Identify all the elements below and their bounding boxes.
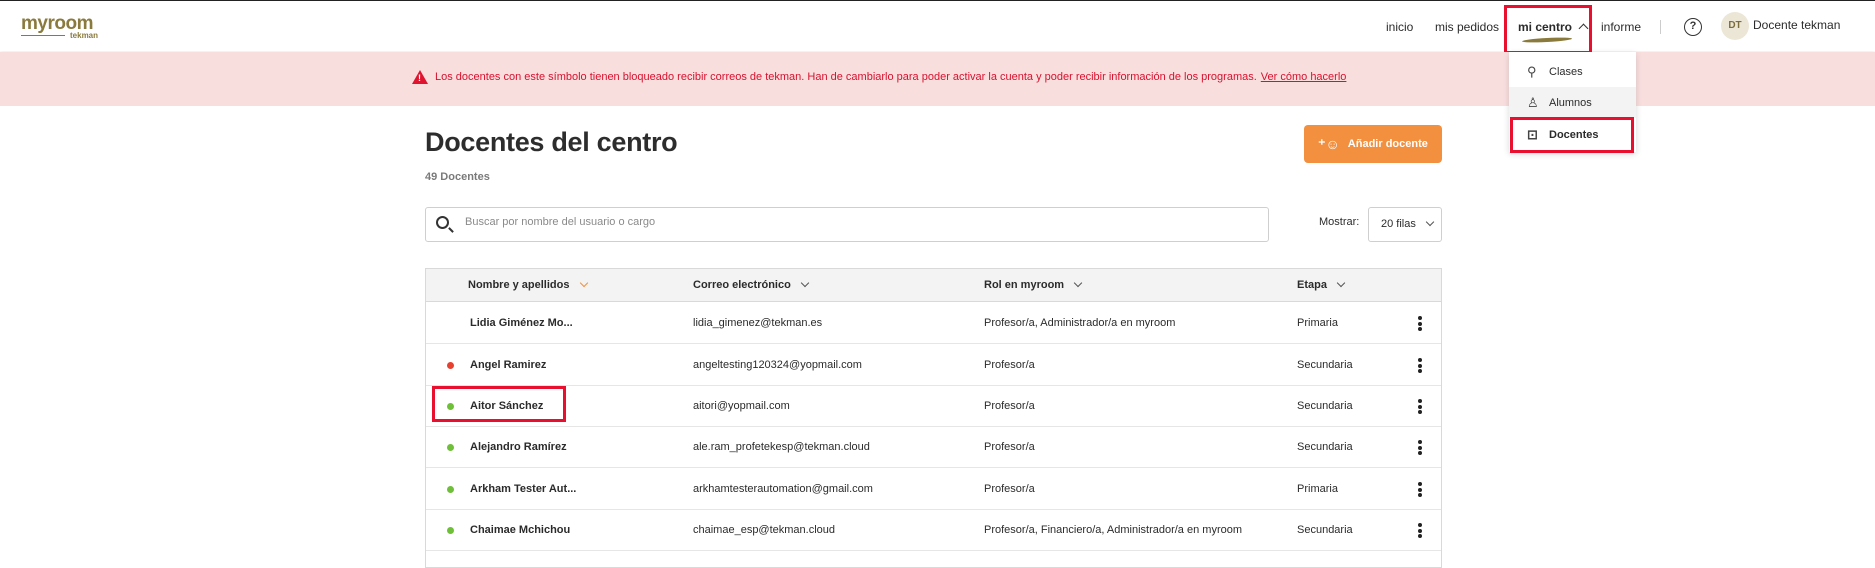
add-teacher-button[interactable]: ⁺☺ Añadir docente bbox=[1304, 125, 1442, 163]
logo-subtext: tekman bbox=[70, 31, 99, 40]
search-box[interactable] bbox=[425, 207, 1269, 242]
column-header-stage[interactable]: Etapa bbox=[1297, 269, 1346, 302]
help-icon[interactable]: ? bbox=[1684, 18, 1702, 36]
classes-icon: ⚲ bbox=[1527, 63, 1537, 79]
banner-link[interactable]: Ver cómo hacerlo bbox=[1261, 71, 1347, 83]
teacher-stage: Primaria bbox=[1297, 483, 1338, 495]
table-row[interactable]: Lidia Giménez Mo... lidia_gimenez@tekman.… bbox=[426, 303, 1441, 344]
status-dot-icon bbox=[447, 444, 454, 451]
teacher-role: Profesor/a bbox=[984, 359, 1035, 371]
add-teacher-label: Añadir docente bbox=[1347, 138, 1428, 150]
teacher-email: aitori@yopmail.com bbox=[693, 400, 790, 412]
more-options-icon[interactable] bbox=[1418, 399, 1422, 414]
highlight-box bbox=[1504, 5, 1592, 54]
teacher-stage: Secundaria bbox=[1297, 400, 1353, 412]
table-row[interactable]: Angel Ramirez angeltesting120324@yopmail.… bbox=[426, 345, 1441, 386]
status-dot-icon bbox=[447, 527, 454, 534]
chevron-down-icon bbox=[800, 278, 810, 288]
table-header: Nombre y apellidos Correo electrónico Ro… bbox=[426, 269, 1441, 302]
teacher-stage: Secundaria bbox=[1297, 524, 1353, 536]
table-row[interactable]: Aitor Sánchez aitori@yopmail.com Profesor/… bbox=[426, 386, 1441, 427]
rows-select[interactable]: 20 filas bbox=[1368, 207, 1442, 242]
teacher-name: Lidia Giménez Mo... bbox=[470, 317, 573, 329]
teacher-email: ale.ram_profetekesp@tekman.cloud bbox=[693, 441, 870, 453]
teacher-name: Chaimae Mchichou bbox=[470, 524, 571, 536]
more-options-icon[interactable] bbox=[1418, 482, 1422, 497]
user-name[interactable]: Docente tekman bbox=[1753, 1, 1840, 52]
warning-icon: ! bbox=[412, 70, 428, 84]
more-options-icon[interactable] bbox=[1418, 440, 1422, 455]
teacher-name: Alejandro Ramírez bbox=[470, 441, 567, 453]
teacher-stage: Primaria bbox=[1297, 317, 1338, 329]
teacher-name: Arkham Tester Aut... bbox=[470, 483, 577, 495]
teacher-email: angeltesting120324@yopmail.com bbox=[693, 359, 862, 371]
nav-informe[interactable]: informe bbox=[1601, 1, 1641, 52]
dropdown-item-label: Alumnos bbox=[1549, 96, 1592, 109]
teacher-stage: Secundaria bbox=[1297, 441, 1353, 453]
table-row[interactable]: Chaimae Mchichou chaimae_esp@tekman.cloud… bbox=[426, 510, 1441, 551]
divider bbox=[1660, 20, 1661, 34]
more-options-icon[interactable] bbox=[1418, 358, 1422, 373]
top-navbar: myroom tekman inicio mis pedidos mi cent… bbox=[0, 0, 1875, 51]
teacher-role: Profesor/a, Administrador/a en myroom bbox=[984, 317, 1176, 329]
column-header-email[interactable]: Correo electrónico bbox=[693, 269, 810, 302]
add-user-icon: ⁺☺ bbox=[1318, 135, 1340, 152]
dropdown-item-alumnos[interactable]: ♙ Alumnos bbox=[1509, 87, 1636, 118]
chevron-down-icon bbox=[1425, 217, 1435, 227]
status-dot-icon bbox=[447, 486, 454, 493]
column-header-name[interactable]: Nombre y apellidos bbox=[468, 269, 588, 302]
teacher-role: Profesor/a bbox=[984, 483, 1035, 495]
rows-label: Mostrar: bbox=[1319, 216, 1360, 228]
dropdown-item-clases[interactable]: ⚲ Clases bbox=[1509, 56, 1636, 87]
nav-mis-pedidos[interactable]: mis pedidos bbox=[1435, 1, 1499, 52]
teacher-email: arkhamtesterautomation@gmail.com bbox=[693, 483, 873, 495]
teacher-count: 49 Docentes bbox=[425, 171, 490, 183]
avatar[interactable]: DT bbox=[1721, 12, 1749, 40]
teacher-email: chaimae_esp@tekman.cloud bbox=[693, 524, 836, 536]
nav-inicio[interactable]: inicio bbox=[1386, 1, 1413, 52]
page-title: Docentes del centro bbox=[425, 127, 678, 157]
banner-message: Los docentes con este símbolo tienen blo… bbox=[435, 71, 1257, 83]
teacher-role: Profesor/a bbox=[984, 400, 1035, 412]
teacher-stage: Secundaria bbox=[1297, 359, 1353, 371]
myroom-logo[interactable]: myroom tekman bbox=[21, 14, 98, 40]
chevron-down-icon bbox=[579, 278, 588, 288]
dropdown-item-label: Clases bbox=[1549, 65, 1583, 78]
teacher-role: Profesor/a bbox=[984, 441, 1035, 453]
chevron-down-icon bbox=[1073, 278, 1083, 288]
highlight-box bbox=[432, 386, 566, 422]
table-row[interactable]: Arkham Tester Aut... arkhamtesterautomati… bbox=[426, 469, 1441, 510]
column-header-role[interactable]: Rol en myroom bbox=[984, 269, 1083, 302]
highlight-box bbox=[1510, 117, 1634, 153]
teacher-email: lidia_gimenez@tekman.es bbox=[693, 317, 823, 329]
teacher-role: Profesor/a, Financiero/a, Administrador/… bbox=[984, 524, 1243, 536]
table-row[interactable]: Alejandro Ramírez ale.ram_profetekesp@tek… bbox=[426, 427, 1441, 468]
search-icon bbox=[436, 216, 449, 229]
teachers-table: Nombre y apellidos Correo electrónico Ro… bbox=[425, 268, 1442, 568]
search-input[interactable] bbox=[465, 216, 1245, 228]
teacher-name: Angel Ramirez bbox=[470, 359, 547, 371]
students-icon: ♙ bbox=[1527, 94, 1539, 110]
more-options-icon[interactable] bbox=[1418, 316, 1422, 331]
rows-select-value: 20 filas bbox=[1381, 218, 1416, 230]
more-options-icon[interactable] bbox=[1418, 523, 1422, 538]
status-dot-icon bbox=[447, 362, 454, 369]
chevron-down-icon bbox=[1336, 278, 1346, 288]
